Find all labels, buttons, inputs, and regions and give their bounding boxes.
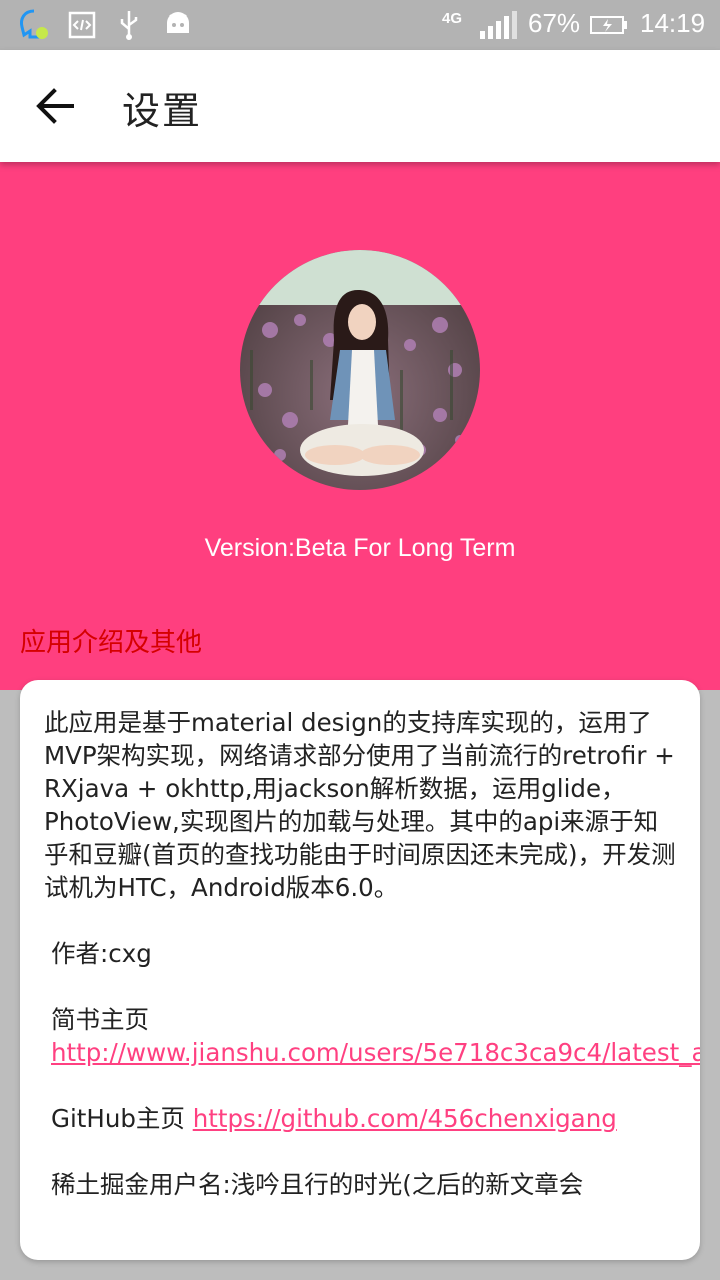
arrow-back-icon[interactable] bbox=[22, 74, 86, 138]
code-icon bbox=[68, 11, 96, 39]
avatar-photo bbox=[240, 250, 480, 490]
card-body: 此应用是基于material design的支持库实现的，运用了MVP架构实现，… bbox=[44, 706, 700, 1234]
avatar bbox=[240, 250, 480, 490]
network-type: 4G bbox=[442, 10, 463, 27]
clock: 14:19 bbox=[640, 8, 706, 38]
github-row: GitHub主页 https://github.com/456chenxigan… bbox=[44, 1102, 676, 1135]
assistant-icon bbox=[20, 9, 48, 39]
usb-icon bbox=[120, 11, 138, 40]
battery-percent: 67% bbox=[528, 8, 581, 38]
page-title: 设置 bbox=[122, 89, 203, 133]
jianshu-row: 简书主页 http://www.jianshu.com/users/5e718c… bbox=[44, 1003, 700, 1069]
section-title: 应用介绍及其他 bbox=[20, 628, 203, 658]
status-bar: 4G 67% 14:19 bbox=[0, 0, 720, 50]
info-card: 此应用是基于material design的支持库实现的，运用了MVP架构实现，… bbox=[20, 680, 700, 1260]
signal-icon bbox=[480, 11, 517, 39]
profile-header: Version:Beta For Long Term 应用介绍及其他 bbox=[0, 162, 720, 690]
github-link[interactable]: https://github.com/456chenxigang bbox=[193, 1104, 617, 1133]
app-bar: 设置 bbox=[0, 50, 720, 162]
version-label: Version:Beta For Long Term bbox=[204, 534, 516, 562]
intro-text: 此应用是基于material design的支持库实现的，运用了MVP架构实现，… bbox=[44, 708, 676, 902]
jianshu-label: 简书主页 bbox=[51, 1005, 149, 1034]
battery-charging-icon bbox=[590, 16, 627, 34]
github-label: GitHub主页 bbox=[51, 1104, 193, 1133]
jianshu-link[interactable]: http://www.jianshu.com/users/5e718c3ca9c… bbox=[51, 1038, 700, 1067]
juejin-text: 稀土掘金用户名:浅吟且行的时光(之后的新文章会 bbox=[51, 1170, 584, 1199]
author-text: 作者:cxg bbox=[51, 939, 152, 968]
android-debug-icon bbox=[167, 12, 189, 33]
